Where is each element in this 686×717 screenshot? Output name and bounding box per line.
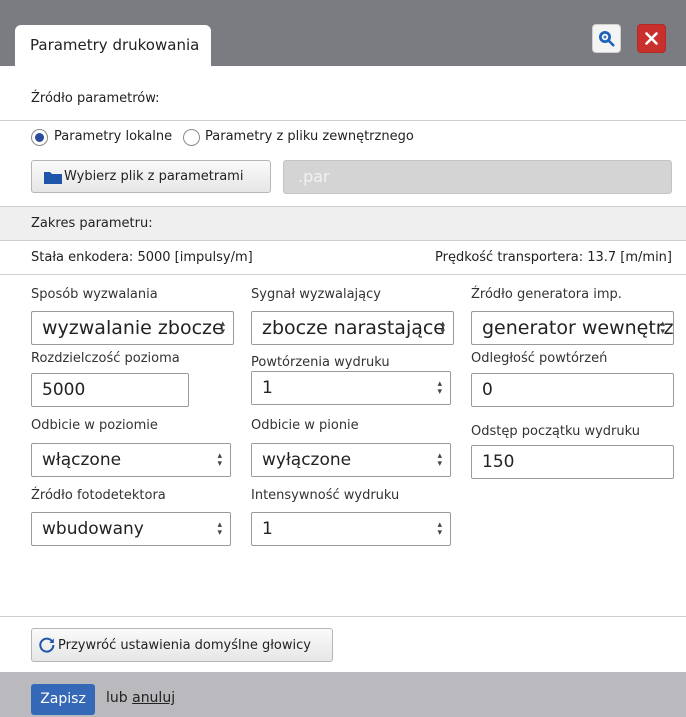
range-heading: Zakres parametru:	[31, 216, 153, 231]
file-path-placeholder: .par	[298, 167, 330, 186]
trigger-mode-value: wyzwalanie zbocze	[42, 317, 224, 339]
window-title-tab: Parametry drukowania	[15, 25, 211, 66]
divider	[0, 120, 686, 121]
file-path-field: .par	[283, 160, 672, 194]
source-heading: Źródło parametrów:	[31, 91, 160, 106]
print-start-offset-label: Odstęp początku wydruku	[471, 424, 641, 439]
encoder-info: Stała enkodera: 5000 [impulsy/m]	[31, 250, 253, 265]
trigger-mode-label: Sposób wyzwalania	[31, 287, 158, 302]
choose-file-label: Wybierz plik z parametrami	[64, 169, 244, 184]
spinner-icon: ▴ ▾	[217, 520, 222, 538]
refresh-icon	[39, 637, 55, 653]
photodetector-source-label: Źródło fotodetektora	[31, 488, 166, 503]
print-start-offset-value: 150	[482, 452, 515, 472]
spinner-icon: ▴ ▾	[437, 379, 442, 397]
trigger-signal-label: Sygnał wyzwalający	[251, 287, 381, 302]
horizontal-flip-select[interactable]: włączone ▴ ▾	[31, 443, 231, 477]
close-icon	[645, 32, 658, 45]
horizontal-resolution-input[interactable]: 5000	[31, 373, 189, 407]
footer-text: lub anuluj	[106, 690, 175, 706]
pulse-source-label: Źródło generatora imp.	[471, 287, 622, 302]
trigger-signal-value: zbocze narastające	[262, 317, 445, 339]
radio-external[interactable]	[183, 129, 200, 146]
spinner-icon: ▴ ▾	[440, 319, 445, 337]
print-intensity-stepper[interactable]: 1 ▴ ▾	[251, 512, 451, 546]
save-button[interactable]: Zapisz	[31, 684, 95, 715]
divider	[0, 274, 686, 275]
reset-defaults-label: Przywróć ustawienia domyślne głowicy	[58, 637, 311, 653]
close-button[interactable]	[637, 24, 666, 53]
or-label: lub	[106, 690, 128, 706]
speed-info: Prędkość transportera: 13.7 [m/min]	[435, 250, 672, 265]
horizontal-resolution-value: 5000	[42, 380, 86, 400]
zoom-button[interactable]	[592, 24, 621, 53]
divider	[0, 616, 686, 617]
horizontal-flip-value: włączone	[42, 450, 122, 470]
pulse-source-value: generator wewnętrz	[482, 317, 674, 339]
spinner-icon: ▴ ▾	[217, 451, 222, 469]
spinner-icon: ▴ ▾	[437, 520, 442, 538]
spinner-icon: ▴ ▾	[220, 319, 225, 337]
reset-defaults-button[interactable]: Przywróć ustawienia domyślne głowicy	[31, 628, 333, 662]
window-title: Parametry drukowania	[30, 36, 200, 54]
vertical-flip-label: Odbicie w pionie	[251, 418, 359, 433]
spinner-icon: ▴ ▾	[437, 451, 442, 469]
trigger-mode-select[interactable]: wyzwalanie zbocze ▴ ▾	[31, 311, 234, 345]
repeat-distance-input[interactable]: 0	[471, 373, 674, 407]
vertical-flip-value: wyłączone	[262, 450, 352, 470]
footer-bar	[0, 672, 686, 717]
repeat-distance-value: 0	[482, 380, 493, 400]
repeat-distance-label: Odległość powtórzeń	[471, 351, 608, 366]
print-repeats-value: 1	[262, 378, 273, 398]
horizontal-flip-label: Odbicie w poziomie	[31, 418, 158, 433]
print-intensity-label: Intensywność wydruku	[251, 488, 400, 503]
divider	[0, 240, 686, 241]
photodetector-source-select[interactable]: wbudowany ▴ ▾	[31, 512, 231, 546]
folder-icon	[44, 171, 62, 184]
print-repeats-stepper[interactable]: 1 ▴ ▾	[251, 371, 451, 405]
trigger-signal-select[interactable]: zbocze narastające ▴ ▾	[251, 311, 454, 345]
cancel-link[interactable]: anuluj	[132, 690, 175, 706]
print-repeats-label: Powtórzenia wydruku	[251, 355, 390, 370]
horizontal-resolution-label: Rozdzielczość pozioma	[31, 351, 180, 366]
print-start-offset-input[interactable]: 150	[471, 445, 674, 479]
vertical-flip-select[interactable]: wyłączone ▴ ▾	[251, 443, 451, 477]
zoom-icon	[599, 31, 615, 47]
print-intensity-value: 1	[262, 519, 273, 539]
radio-external-label[interactable]: Parametry z pliku zewnętrznego	[205, 129, 414, 144]
photodetector-source-value: wbudowany	[42, 519, 144, 539]
radio-local-label[interactable]: Parametry lokalne	[54, 129, 172, 144]
choose-file-button[interactable]: Wybierz plik z parametrami	[31, 160, 271, 193]
pulse-source-select[interactable]: generator wewnętrz ▴ ▾	[471, 311, 674, 345]
radio-local[interactable]	[31, 129, 48, 146]
spinner-icon: ▴ ▾	[660, 319, 665, 337]
